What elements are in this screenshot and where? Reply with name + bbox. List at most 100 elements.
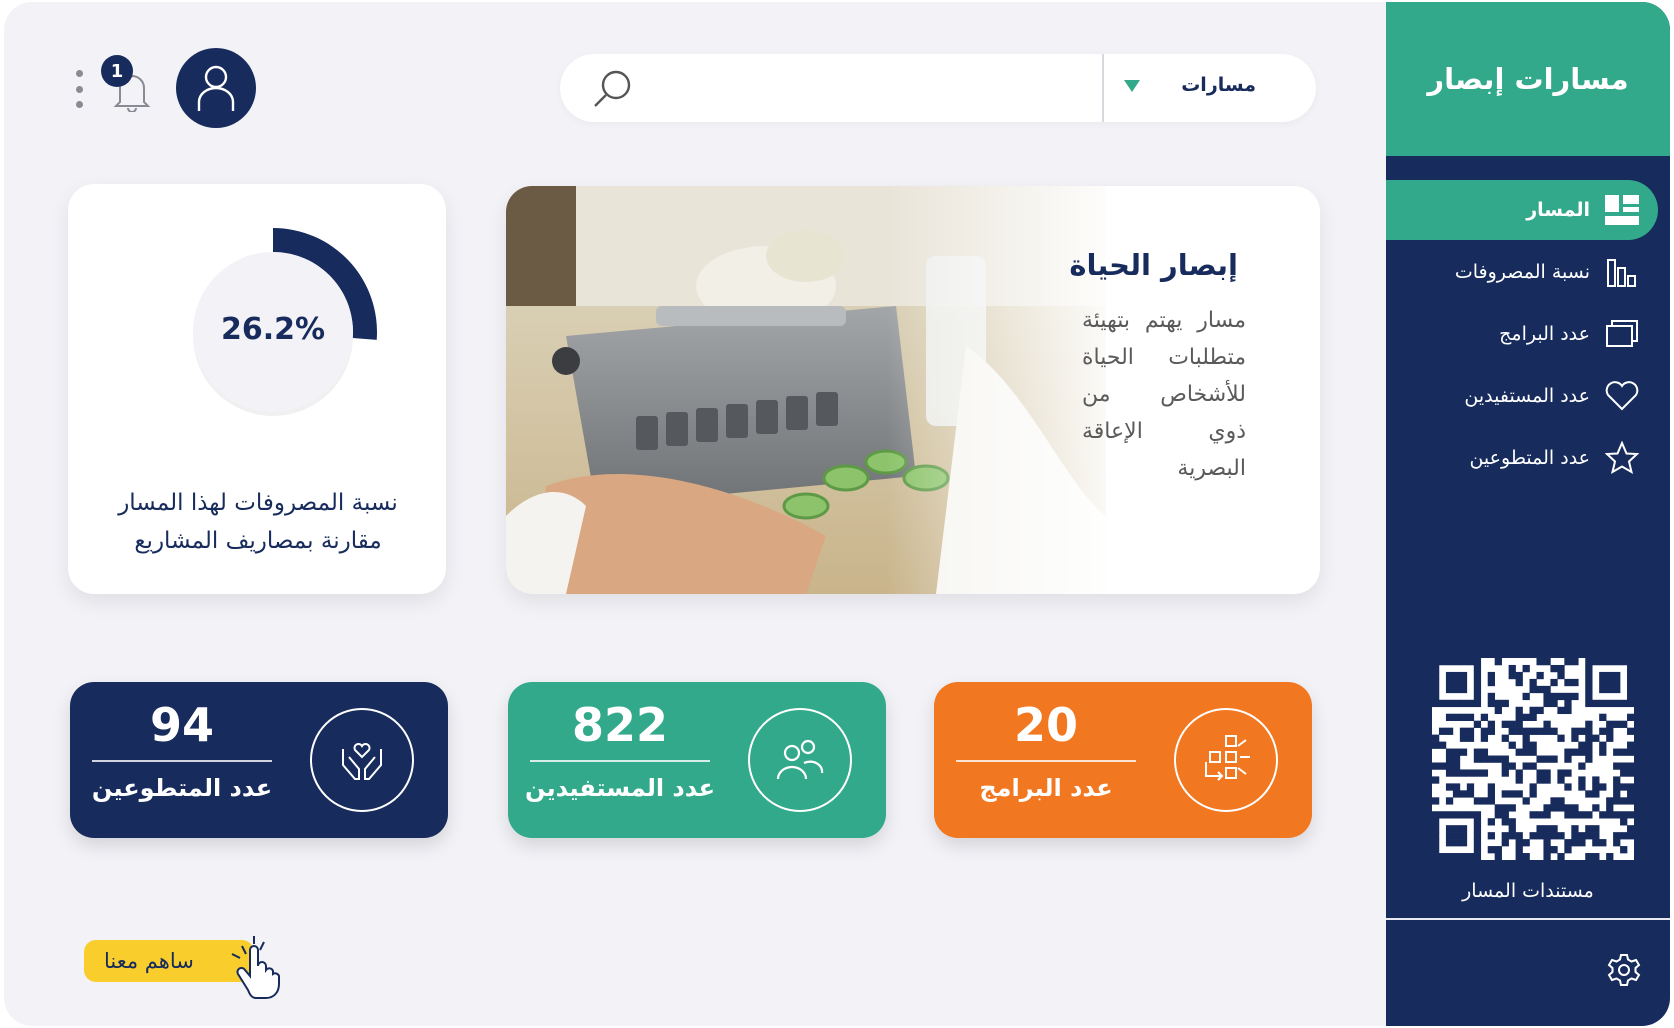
- qr-module: [1585, 658, 1593, 666]
- qr-module: [1585, 741, 1593, 749]
- people-icon: [748, 708, 852, 812]
- chevron-down-icon[interactable]: [1124, 80, 1140, 92]
- qr-code[interactable]: [1432, 658, 1635, 861]
- qr-module: [1585, 811, 1593, 819]
- app-title: مسارات إبصار: [1427, 62, 1629, 96]
- qr-module: [1606, 720, 1614, 728]
- qr-module: [1578, 741, 1586, 749]
- qr-module: [1494, 658, 1502, 666]
- app-frame: مسارات إبصار المسار نسبة المصروفات عدد ا…: [4, 2, 1670, 1026]
- qr-module: [1438, 853, 1447, 861]
- track-select[interactable]: مسارات: [1181, 74, 1256, 96]
- qr-module: [1438, 811, 1447, 819]
- qr-module: [1494, 804, 1502, 812]
- stat-card-volunteers[interactable]: 94 عدد المتطوعين: [70, 682, 448, 838]
- qr-module: [1501, 734, 1509, 742]
- qr-module: [1536, 769, 1544, 777]
- qr-module: [1536, 811, 1544, 819]
- stat-card-programs[interactable]: 20 عدد البرامج: [934, 682, 1312, 838]
- qr-module: [1571, 832, 1579, 840]
- qr-module: [1564, 846, 1572, 854]
- qr-module: [1480, 755, 1489, 763]
- sidebar-item-label: عدد المتطوعين: [1469, 447, 1590, 469]
- sidebar-item-expenses[interactable]: نسبة المصروفات: [1455, 252, 1640, 292]
- qr-module: [1494, 706, 1502, 715]
- qr-module: [1515, 769, 1523, 777]
- qr-module: [1508, 671, 1516, 680]
- qr-module: [1557, 853, 1565, 861]
- qr-module: [1571, 658, 1579, 666]
- qr-module: [1459, 748, 1468, 756]
- qr-module: [1480, 748, 1489, 756]
- avatar[interactable]: [176, 48, 256, 128]
- qr-module: [1459, 671, 1468, 680]
- qr-module: [1550, 755, 1558, 763]
- qr-module: [1613, 699, 1621, 708]
- expenses-ratio-card[interactable]: 26.2% نسبة المصروفات لهذا المسار مقارنة …: [68, 184, 446, 594]
- qr-module: [1613, 720, 1621, 728]
- qr-module: [1571, 678, 1579, 687]
- search-icon[interactable]: [592, 68, 634, 110]
- qr-module: [1564, 804, 1572, 812]
- qr-module: [1627, 769, 1635, 777]
- qr-module: [1501, 811, 1509, 819]
- sidebar-item-volunteers[interactable]: عدد المتطوعين: [1469, 438, 1640, 478]
- qr-module: [1432, 776, 1440, 784]
- sidebar-item-beneficiaries[interactable]: عدد المستفيدين: [1464, 376, 1640, 416]
- qr-module: [1592, 734, 1600, 742]
- qr-module: [1606, 727, 1614, 735]
- qr-module: [1487, 678, 1495, 687]
- expenses-caption: نسبة المصروفات لهذا المسار مقارنة بمصاري…: [118, 490, 398, 554]
- stat-card-beneficiaries[interactable]: 822 عدد المستفيدين: [508, 682, 886, 838]
- qr-module: [1592, 825, 1600, 833]
- qr-module: [1473, 846, 1482, 854]
- expenses-percent: 26.2%: [220, 312, 326, 347]
- qr-module: [1543, 692, 1551, 701]
- qr-module: [1571, 804, 1579, 812]
- qr-module: [1592, 776, 1600, 784]
- hands-heart-icon: [310, 708, 414, 812]
- qr-module: [1432, 658, 1440, 666]
- qr-module: [1564, 811, 1572, 819]
- qr-module: [1445, 825, 1454, 833]
- qr-module: [1620, 818, 1628, 826]
- sidebar-item-programs[interactable]: عدد البرامج: [1499, 314, 1640, 354]
- search-input[interactable]: [650, 68, 1050, 108]
- gear-icon[interactable]: [1606, 952, 1642, 988]
- qr-module: [1613, 678, 1621, 687]
- stat-divider: [956, 760, 1136, 762]
- qr-module: [1592, 832, 1600, 840]
- stat-number: 822: [571, 698, 669, 752]
- qr-module: [1452, 839, 1461, 847]
- qr-module: [1487, 797, 1495, 805]
- qr-module: [1522, 853, 1530, 861]
- qr-module: [1627, 748, 1635, 756]
- qr-module: [1585, 720, 1593, 728]
- qr-module: [1487, 783, 1495, 791]
- qr-module: [1438, 658, 1447, 666]
- qr-module: [1445, 783, 1454, 791]
- more-options-icon[interactable]: [74, 70, 84, 108]
- qr-module: [1620, 658, 1628, 666]
- qr-module: [1529, 713, 1537, 721]
- sidebar-divider: [1386, 918, 1670, 920]
- qr-module: [1445, 853, 1454, 861]
- qr-module: [1452, 713, 1461, 721]
- hero-card[interactable]: إبصار الحياة مسار يهتم بتهيئة متطلبات ال…: [506, 186, 1320, 594]
- qr-module: [1557, 734, 1565, 742]
- qr-module: [1564, 678, 1572, 687]
- qr-module: [1543, 776, 1551, 784]
- qr-module: [1459, 699, 1468, 708]
- qr-module: [1473, 818, 1482, 826]
- qr-module: [1627, 699, 1635, 708]
- qr-module: [1529, 790, 1537, 798]
- qr-module: [1585, 734, 1593, 742]
- qr-module: [1543, 755, 1551, 763]
- sidebar-item-path[interactable]: المسار: [1526, 190, 1640, 230]
- qr-module: [1508, 720, 1516, 728]
- qr-module: [1459, 825, 1468, 833]
- qr-module: [1445, 727, 1454, 735]
- qr-module: [1459, 713, 1468, 721]
- qr-module: [1599, 678, 1607, 687]
- qr-module: [1543, 811, 1551, 819]
